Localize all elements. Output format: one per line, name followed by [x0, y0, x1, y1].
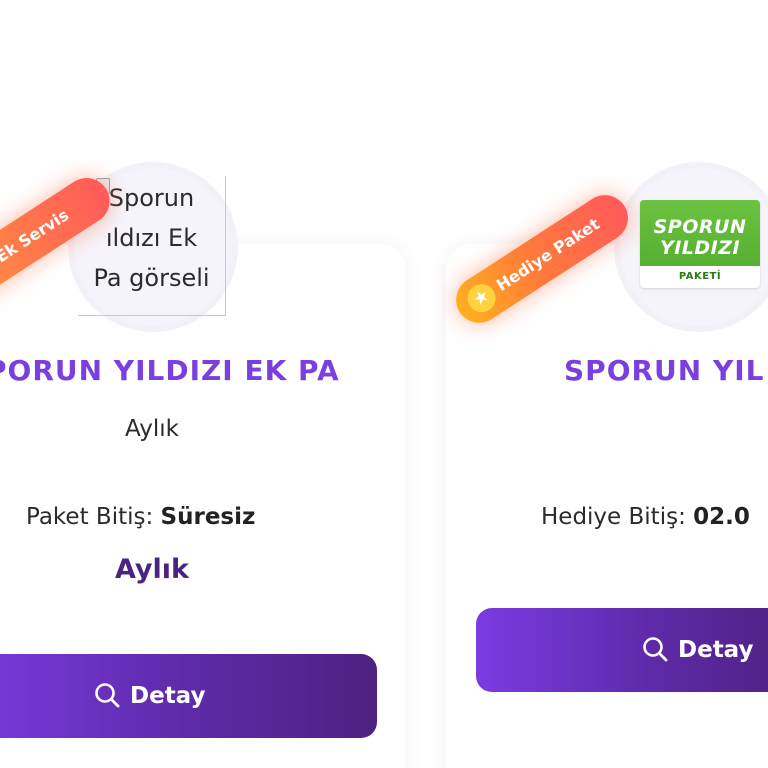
logo-band: PAKETİ — [640, 266, 760, 288]
search-icon — [643, 637, 668, 662]
sporun-yildizi-logo: SPORUN YILDIZI PAKETİ — [640, 200, 760, 288]
detail-button[interactable]: Detay — [0, 654, 377, 738]
detail-button[interactable]: Detay — [476, 608, 768, 692]
star-icon: ★ — [462, 278, 501, 318]
package-title: PORUN YILDIZI EK PA — [0, 354, 340, 387]
detail-button-label: Detay — [130, 683, 206, 709]
package-end-value: Süresiz — [160, 504, 256, 530]
search-icon — [95, 683, 120, 708]
package-list: Sporun ıldızı Ek Pa görseli ı Ek Servis … — [0, 0, 768, 768]
package-period: Aylık — [125, 416, 179, 442]
package-period-strong: Aylık — [115, 554, 189, 585]
detail-button-label: Detay — [678, 637, 754, 663]
gift-end-value: 02.0 — [693, 504, 750, 530]
package-title: SPORUN YIL — [564, 354, 765, 387]
image-alt-line: ıldızı Ek — [105, 224, 198, 252]
gift-end-date: Hediye Bitiş: 02.0 — [541, 504, 750, 530]
package-end-label: Paket Bitiş: — [26, 504, 154, 530]
logo-line-2: YILDIZI — [659, 237, 741, 259]
gift-end-label: Hediye Bitiş: — [541, 504, 686, 530]
package-end-date: Paket Bitiş: Süresiz — [26, 504, 255, 530]
logo-line-1: SPORUN — [653, 216, 747, 238]
image-alt-line: Pa görseli — [93, 264, 210, 292]
